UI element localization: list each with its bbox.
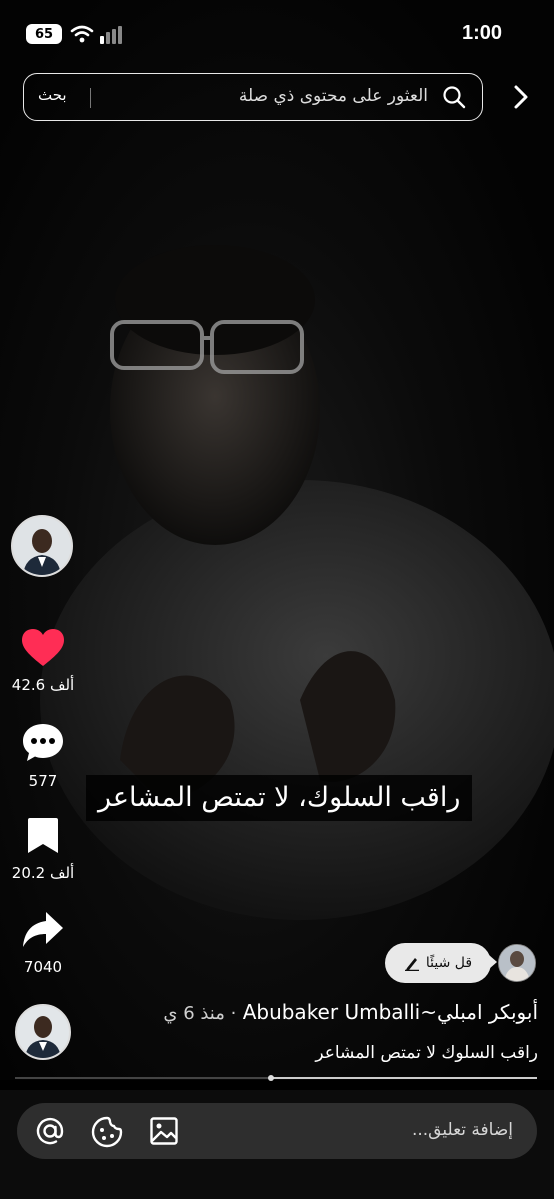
video-player[interactable] — [0, 0, 554, 1080]
wifi-icon — [70, 25, 94, 43]
image-icon[interactable] — [149, 1116, 179, 1146]
pencil-icon — [404, 958, 419, 971]
share-arrow-icon — [23, 912, 63, 947]
search-bar[interactable]: بحث العثور على محتوى ذي صلة — [23, 73, 483, 121]
search-input[interactable]: العثور على محتوى ذي صلة — [239, 86, 428, 106]
avatar-image — [13, 517, 71, 575]
mention-icon[interactable] — [35, 1116, 65, 1146]
author-line: أبوبكر امبلي~Abubaker Umballi · منذ 6 ي — [163, 1000, 538, 1024]
comment-input[interactable]: إضافة تعليق... — [17, 1103, 537, 1159]
comment-placeholder: إضافة تعليق... — [411, 1120, 513, 1140]
say-something-label: قل شيئًا — [425, 955, 473, 971]
say-something-button[interactable]: قل شيئًا — [385, 943, 497, 983]
like-count: 42.6 ألف — [11, 676, 75, 694]
video-progress-knob[interactable] — [268, 1075, 274, 1081]
post-time: · منذ 6 ي — [163, 1003, 237, 1024]
creator-avatar[interactable] — [11, 515, 73, 577]
bookmark-button[interactable]: 20.2 ألف — [8, 816, 78, 882]
video-progress-fill — [271, 1077, 537, 1079]
author-name[interactable]: أبوبكر امبلي~Abubaker Umballi — [243, 1000, 538, 1024]
search-button[interactable]: بحث — [38, 86, 67, 104]
status-bar: 65 1:00 — [0, 0, 554, 68]
search-divider — [90, 88, 91, 108]
bookmark-count: 20.2 ألف — [11, 864, 75, 882]
video-frame — [40, 245, 554, 920]
clock: 1:00 — [461, 22, 502, 44]
comment-bar: إضافة تعليق... — [0, 1090, 554, 1199]
share-button[interactable]: 7040 — [8, 910, 78, 976]
signal-icon — [100, 26, 122, 44]
viewer-avatar[interactable] — [498, 944, 536, 982]
viewer-avatar-image — [499, 945, 535, 981]
video-description: راقب السلوك لا تمتص المشاعر — [315, 1043, 538, 1063]
bookmark-icon — [28, 818, 58, 853]
author-avatar-image — [17, 1006, 69, 1058]
comment-button[interactable]: 577 — [8, 722, 78, 790]
chevron-right-icon[interactable] — [512, 84, 530, 110]
share-count: 7040 — [23, 958, 63, 976]
battery-icon: 65 — [26, 24, 62, 44]
like-button[interactable]: 42.6 ألف — [8, 628, 78, 694]
heart-icon — [22, 629, 64, 666]
video-caption: راقب السلوك، لا تمتص المشاعر — [86, 775, 473, 821]
comment-icon — [23, 724, 63, 761]
search-icon — [443, 86, 466, 109]
comment-count: 577 — [28, 772, 58, 790]
author-avatar[interactable] — [15, 1004, 71, 1060]
emoji-sticker-icon[interactable] — [91, 1116, 123, 1148]
